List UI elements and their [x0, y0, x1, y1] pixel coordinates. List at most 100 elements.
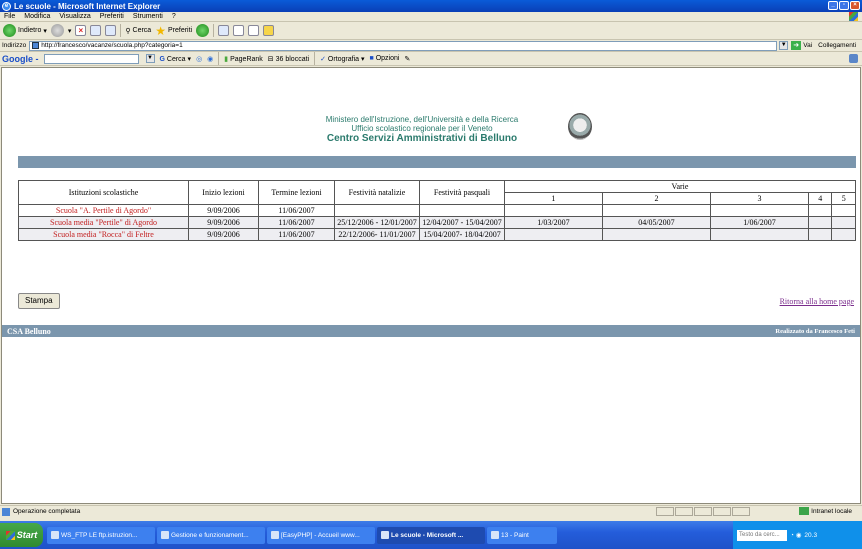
- search-icon: ⚲: [125, 27, 131, 35]
- col-header-varie-2: 2: [601, 192, 712, 205]
- header-title: Centro Servizi Amministrativi di Belluno: [326, 133, 518, 144]
- separator: [218, 52, 220, 65]
- cell-easter: 15/04/2007- 18/04/2007: [419, 228, 505, 241]
- separator: [120, 24, 122, 37]
- col-header-start: Inizio lezioni: [188, 180, 259, 205]
- security-zone: Intranet locale: [799, 507, 852, 515]
- mail-button[interactable]: [233, 25, 245, 36]
- address-label: Indirizzo: [2, 42, 27, 49]
- page-footer: CSA Belluno Realizzato da Francesco Feti: [2, 325, 860, 337]
- menu-bar: File Modifica Visualizza Preferiti Strum…: [0, 12, 862, 22]
- tray-search-input[interactable]: Testo da cerc...: [737, 529, 787, 541]
- google-info-icon[interactable]: ◉: [207, 55, 213, 63]
- page-header: Ministero dell'Istruzione, dell'Universi…: [287, 115, 557, 144]
- document-icon: [161, 531, 169, 539]
- col-header-end: Termine lezioni: [258, 180, 335, 205]
- forward-button[interactable]: [50, 24, 64, 37]
- cell-varie-3: 1/06/2007: [710, 216, 809, 229]
- status-bar: Operazione completata Intranet locale: [0, 505, 862, 517]
- task-easyphp[interactable]: [EasyPHP] - Accueil www...: [267, 526, 375, 544]
- taskbar: Start WS_FTP LE ftp.istruzion... Gestion…: [0, 521, 862, 549]
- refresh-button[interactable]: [90, 25, 102, 36]
- cell-christmas: 22/12/2006- 11/01/2007: [334, 228, 420, 241]
- col-header-varie-5: 5: [831, 192, 856, 205]
- cell-christmas: [334, 204, 420, 217]
- go-button[interactable]: ➜ Vai: [791, 41, 812, 50]
- options-button[interactable]: ■ Opzioni: [370, 55, 400, 62]
- stop-button[interactable]: ×: [75, 25, 87, 36]
- windows-logo-icon: [849, 12, 858, 21]
- cell-varie-2: [601, 228, 712, 241]
- page-content: Ministero dell'Istruzione, dell'Universi…: [1, 67, 861, 504]
- spellcheck-icon: ✓: [320, 55, 326, 63]
- google-dropdown-button[interactable]: ▼: [145, 54, 155, 63]
- toolbar-settings-icon[interactable]: [849, 54, 858, 63]
- google-logo[interactable]: Google -: [2, 54, 39, 64]
- separator: [314, 52, 316, 65]
- cell-start: 9/09/2006: [188, 204, 259, 217]
- col-header-easter: Festività pasquali: [419, 180, 505, 205]
- task-ws-ftp[interactable]: WS_FTP LE ftp.istruzion...: [47, 526, 155, 544]
- menu-help[interactable]: ?: [172, 13, 176, 20]
- windows-flag-icon: [5, 530, 15, 540]
- schools-table: Istituzioni scolastiche Inizio lezioni T…: [18, 180, 856, 241]
- task-gestione[interactable]: Gestione e funzionament...: [157, 526, 265, 544]
- favorites-button[interactable]: ★ Preferiti: [155, 25, 192, 37]
- cell-school: Scuola "A. Pertile di Agordo": [18, 204, 189, 217]
- cell-easter: [419, 204, 505, 217]
- history-button[interactable]: [218, 25, 230, 36]
- cell-varie-2: [601, 204, 712, 217]
- cell-varie-2: 04/05/2007: [601, 216, 712, 229]
- col-header-varie-4: 4: [807, 192, 833, 205]
- col-header-varie: Varie: [504, 180, 856, 193]
- spellcheck-button[interactable]: ✓ Ortografia ▾: [320, 55, 364, 63]
- status-text: Operazione completata: [13, 508, 81, 515]
- header-office: Ufficio scolastico regionale per il Vene…: [351, 124, 493, 133]
- close-button[interactable]: ×: [850, 1, 860, 10]
- minimize-button[interactable]: _: [828, 1, 838, 10]
- menu-file[interactable]: File: [4, 13, 15, 20]
- home-page-link[interactable]: Ritorna alla home page: [780, 297, 854, 306]
- menu-strumenti[interactable]: Strumenti: [133, 13, 163, 20]
- toolbar: Indietro ▾ ▾ × ⚲ Cerca ★ Preferiti: [0, 22, 862, 40]
- cell-school: Scuola media "Rocca" di Feltre: [18, 228, 189, 241]
- maximize-button[interactable]: ▫: [839, 1, 849, 10]
- window-title: Le scuole - Microsoft Internet Explorer: [14, 1, 161, 11]
- google-search-button[interactable]: G Cerca ▾: [160, 55, 192, 63]
- task-paint[interactable]: 13 - Paint: [487, 526, 557, 544]
- google-g-icon: G: [159, 55, 165, 63]
- pagerank-widget[interactable]: ▮ PageRank: [224, 55, 263, 63]
- dropdown-arrow-icon: ▾: [67, 27, 72, 35]
- cell-end: 11/06/2007: [258, 228, 335, 241]
- popup-blocker-button[interactable]: ⊟ 36 bloccati: [268, 55, 309, 63]
- media-button[interactable]: [196, 24, 210, 37]
- print-page-button[interactable]: Stampa: [18, 293, 60, 309]
- status-page-icon: [2, 507, 10, 516]
- title-bar: e Le scuole - Microsoft Internet Explore…: [0, 0, 862, 12]
- ie-icon: e: [2, 1, 11, 11]
- header-divider-bar: [18, 156, 856, 168]
- tray-icons: ◔ ◉: [790, 532, 802, 539]
- print-button[interactable]: [248, 25, 260, 36]
- table-row: Scuola "A. Pertile di Agordo" 9/09/2006 …: [18, 204, 856, 217]
- popup-blocker-icon: ⊟: [267, 55, 274, 63]
- intranet-icon: [799, 507, 810, 515]
- back-button[interactable]: Indietro ▾: [3, 24, 47, 37]
- menu-preferiti[interactable]: Preferiti: [100, 13, 124, 20]
- links-button[interactable]: Collegamenti: [818, 42, 856, 49]
- google-news-icon[interactable]: ◎: [196, 55, 202, 63]
- cell-end: 11/06/2007: [258, 204, 335, 217]
- address-dropdown-button[interactable]: ▼: [779, 41, 789, 50]
- menu-modifica[interactable]: Modifica: [24, 13, 50, 20]
- folder-button[interactable]: [263, 25, 275, 36]
- cell-school: Scuola media "Pertile" di Agordo: [18, 216, 189, 229]
- task-le-scuole[interactable]: Le scuole - Microsoft ...: [377, 526, 485, 544]
- address-input[interactable]: http://francesco/vacanze/scuola.php?cate…: [29, 40, 778, 51]
- system-tray: Testo da cerc... ◔ ◉ 20.3: [733, 521, 862, 549]
- home-button[interactable]: [105, 25, 117, 36]
- menu-visualizza[interactable]: Visualizza: [59, 13, 90, 20]
- pencil-icon[interactable]: ✎: [404, 55, 410, 63]
- search-button[interactable]: ⚲ Cerca: [125, 27, 151, 35]
- start-button[interactable]: Start: [0, 523, 43, 547]
- google-search-input[interactable]: [43, 53, 139, 64]
